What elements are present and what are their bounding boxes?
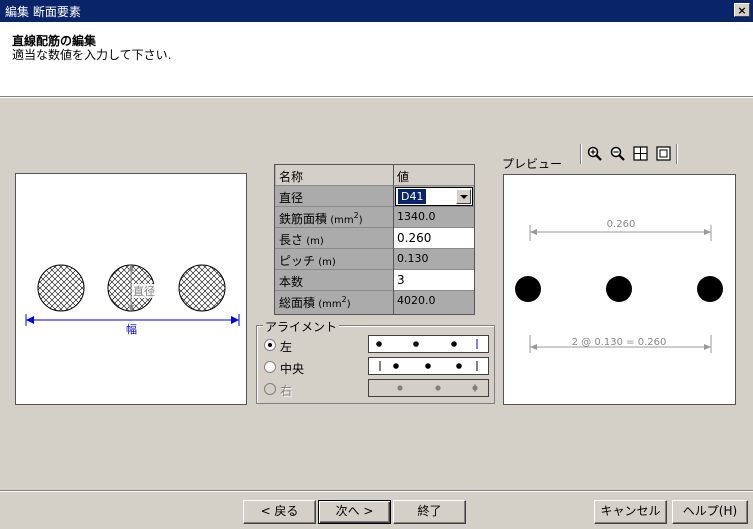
zoom-out-icon[interactable] <box>609 145 627 163</box>
help-button[interactable]: ヘルプ(H) <box>672 500 748 524</box>
header-separator <box>0 96 753 98</box>
diameter-selected-value: D41 <box>398 189 427 204</box>
preview-dim-top-label: 0.260 <box>607 219 636 230</box>
alignment-legend: アライメント <box>263 318 340 335</box>
zoom-window-icon[interactable] <box>655 145 673 163</box>
row-label-total-area: 総面積 (mm2) <box>279 295 351 311</box>
diameter-combobox[interactable]: D41 <box>395 187 473 206</box>
length-input[interactable]: 0.260 <box>394 228 474 248</box>
rebar-diagram-svg: 直径 幅 <box>25 264 240 336</box>
grid-header-row: 名称 値 <box>275 165 474 186</box>
wizard-header: 直線配筋の編集 適当な数値を入力して下さい. <box>0 22 753 96</box>
row-label-count: 本数 <box>279 275 304 289</box>
radio-center[interactable] <box>264 361 276 373</box>
preview-bar-1 <box>515 276 541 302</box>
radio-right-label: 右 <box>280 384 293 398</box>
row-label-diameter: 直径 <box>279 191 304 205</box>
property-grid: 名称 値 直径 D41 鉄筋面積 (mm2) 1340.0 長さ (m) 0.2… <box>274 164 475 315</box>
grid-row-total-area: 総面積 (mm2) 4020.0 <box>275 291 474 312</box>
preview-label: プレビュー <box>502 157 563 171</box>
row-label-length: 長さ (m) <box>279 233 324 247</box>
finish-button[interactable]: 終了 <box>393 500 466 524</box>
radio-right <box>264 383 276 395</box>
preview-bar-2 <box>606 276 632 302</box>
preview-toolbar <box>580 144 680 164</box>
count-input[interactable]: 3 <box>394 270 474 290</box>
alignment-left-pic <box>368 335 489 353</box>
rebar-circle-left <box>37 264 85 312</box>
col-header-value: 値 <box>394 165 474 185</box>
zoom-in-icon[interactable] <box>586 145 604 163</box>
width-arrow-right <box>231 316 239 324</box>
radio-left[interactable] <box>264 339 276 351</box>
alignment-center-pic <box>368 357 489 375</box>
window-title: 編集 断面要素 <box>5 5 81 19</box>
diameter-label: 直径 <box>133 284 155 298</box>
next-button[interactable]: 次へ > <box>318 500 391 524</box>
width-arrow-left <box>26 316 34 324</box>
grid-row-pitch: ピッチ (m) 0.130 <box>275 249 474 270</box>
zoom-all-icon[interactable] <box>632 145 650 163</box>
alignment-right-pic <box>368 379 489 397</box>
preview-svg: 0.260 2 @ 0.130 = 0.260 <box>515 219 723 353</box>
row-label-pitch: ピッチ (m) <box>279 254 336 268</box>
alignment-group: アライメント 左 中央 右 <box>256 318 495 404</box>
area-value: 1340.0 <box>394 207 474 227</box>
cancel-button[interactable]: キャンセル <box>594 500 667 524</box>
header-subtitle: 適当な数値を入力して下さい. <box>12 48 172 62</box>
radio-center-label[interactable]: 中央 <box>280 360 304 377</box>
footer-separator <box>0 490 753 492</box>
grid-row-count: 本数 3 <box>275 270 474 291</box>
width-label: 幅 <box>126 323 137 336</box>
section-diagram: 直径 幅 <box>15 173 247 405</box>
close-button[interactable]: × <box>734 3 750 17</box>
back-button[interactable]: < 戻る <box>243 500 316 524</box>
preview-dim-bottom-label: 2 @ 0.130 = 0.260 <box>572 337 667 348</box>
pitch-value: 0.130 <box>394 249 474 269</box>
grid-row-length: 長さ (m) 0.260 <box>275 228 474 249</box>
rebar-circle-right <box>178 264 226 312</box>
grid-row-diameter: 直径 D41 <box>275 186 474 207</box>
total-area-value: 4020.0 <box>394 291 474 311</box>
chevron-down-icon[interactable] <box>456 189 471 204</box>
col-header-name: 名称 <box>276 165 393 185</box>
title-bar: 編集 断面要素 × <box>0 0 753 22</box>
preview-bar-3 <box>697 276 723 302</box>
radio-left-label[interactable]: 左 <box>280 338 292 355</box>
grid-row-area: 鉄筋面積 (mm2) 1340.0 <box>275 207 474 228</box>
dialog-window: 編集 断面要素 × 直線配筋の編集 適当な数値を入力して下さい. 直径 幅 名称… <box>0 0 753 529</box>
preview-canvas: 0.260 2 @ 0.130 = 0.260 <box>503 174 736 405</box>
row-label-area: 鉄筋面積 (mm2) <box>279 211 363 227</box>
